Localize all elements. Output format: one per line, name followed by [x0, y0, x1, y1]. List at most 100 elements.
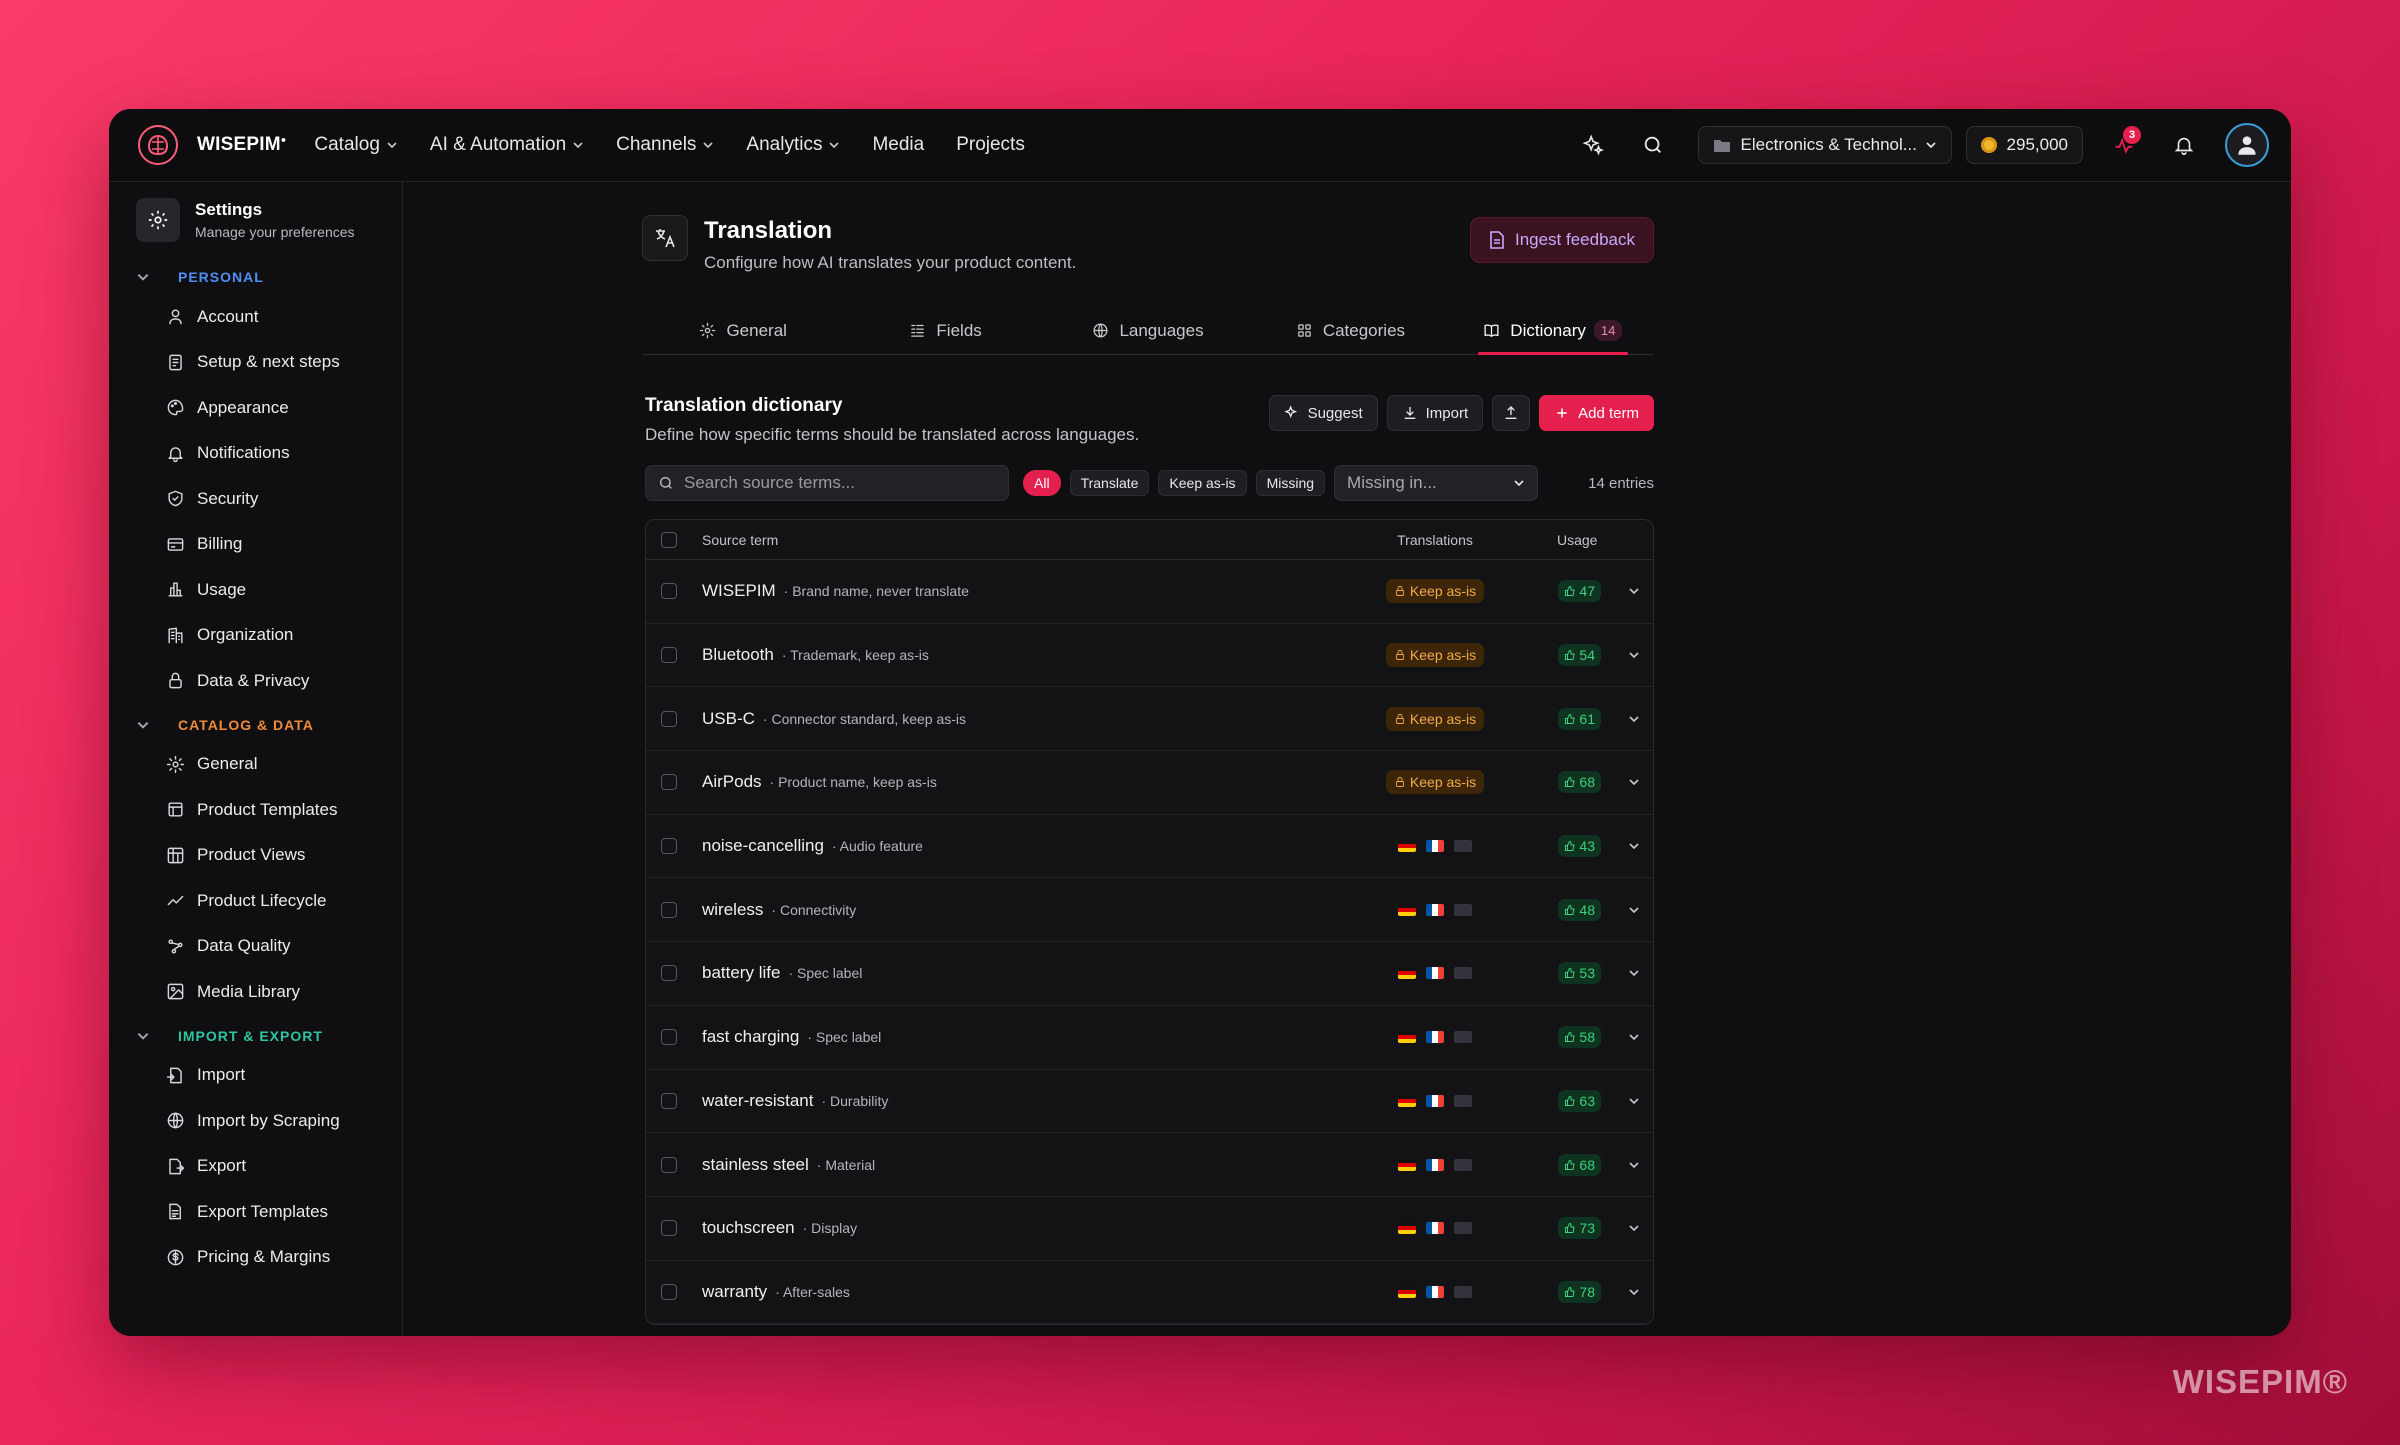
sidebar-item-import-by-scraping[interactable]: Import by Scraping: [109, 1098, 402, 1144]
row-checkbox[interactable]: [661, 710, 677, 727]
notifications-button[interactable]: [2165, 126, 2203, 164]
tab-categories[interactable]: Categories: [1249, 307, 1451, 354]
table-row[interactable]: wireless · Connectivity 48: [646, 878, 1653, 943]
table-row[interactable]: USB-C · Connector standard, keep as-is Kee…: [646, 687, 1653, 752]
usage-cell: 47: [1515, 580, 1615, 603]
sidebar-item-account[interactable]: Account: [109, 294, 402, 340]
sidebar-item-notifications[interactable]: Notifications: [109, 431, 402, 477]
translations-cell: Keep as-is: [1355, 579, 1515, 604]
table-row[interactable]: warranty · After-sales 78: [646, 1261, 1653, 1325]
lock-icon: [1395, 713, 1404, 724]
sidebar-item-security[interactable]: Security: [109, 476, 402, 522]
sidebar-item-media-library[interactable]: Media Library: [109, 969, 402, 1015]
export-button[interactable]: [1492, 395, 1531, 431]
nav-item-projects[interactable]: Projects: [956, 134, 1025, 156]
dictionary-title: Translation dictionary: [645, 395, 843, 416]
usage-cell: 53: [1515, 962, 1615, 985]
search-button[interactable]: [1634, 126, 1672, 164]
row-checkbox[interactable]: [661, 1220, 677, 1237]
row-checkbox[interactable]: [661, 583, 677, 600]
sidebar-item-general[interactable]: General: [109, 742, 402, 788]
nav-item-analytics[interactable]: Analytics: [746, 134, 840, 156]
table-row[interactable]: battery life · Spec label 53: [646, 942, 1653, 1006]
table-row[interactable]: touchscreen · Display 73: [646, 1197, 1653, 1261]
sidebar-item-setup-next-steps[interactable]: Setup & next steps: [109, 340, 402, 386]
row-checkbox[interactable]: [661, 965, 677, 982]
sidebar-item-import[interactable]: Import: [109, 1053, 402, 1099]
filter-chip-keep-as-is[interactable]: Keep as-is: [1158, 470, 1247, 496]
sidebar-item-pricing-margins[interactable]: Pricing & Margins: [109, 1235, 402, 1281]
nav-item-catalog[interactable]: Catalog: [314, 134, 398, 156]
expand-row-button[interactable]: [1615, 1159, 1653, 1171]
ingest-feedback-button[interactable]: Ingest feedback: [1469, 217, 1654, 263]
sidebar-item-product-lifecycle[interactable]: Product Lifecycle: [109, 878, 402, 924]
sidebar-item-product-views[interactable]: Product Views: [109, 833, 402, 879]
sidebar-item-data-privacy[interactable]: Data & Privacy: [109, 658, 402, 704]
sidebar-item-usage[interactable]: Usage: [109, 567, 402, 613]
bar-chart-icon: [168, 582, 183, 597]
expand-row-button[interactable]: [1615, 585, 1653, 597]
ai-sparkle-button[interactable]: [1574, 126, 1612, 164]
filter-chip-all[interactable]: All: [1023, 470, 1061, 496]
search-input[interactable]: Search source terms...: [645, 465, 1009, 501]
brand-name[interactable]: WISEPIM●: [197, 134, 286, 156]
row-checkbox[interactable]: [661, 1092, 677, 1109]
expand-row-button[interactable]: [1615, 713, 1653, 725]
row-checkbox[interactable]: [661, 1029, 677, 1046]
tab-general[interactable]: General: [642, 307, 844, 354]
table-row[interactable]: water-resistant · Durability 63: [646, 1070, 1653, 1134]
sidebar-item-export-templates[interactable]: Export Templates: [109, 1189, 402, 1235]
brain-logo-icon[interactable]: [137, 124, 179, 166]
import-button[interactable]: Import: [1386, 395, 1484, 431]
select-all-checkbox[interactable]: [661, 531, 677, 548]
sidebar-item-data-quality[interactable]: Data Quality: [109, 924, 402, 970]
expand-row-button[interactable]: [1615, 967, 1653, 979]
section-header-import-export[interactable]: IMPORT & EXPORT: [109, 1019, 402, 1053]
row-checkbox[interactable]: [661, 1283, 677, 1300]
sidebar-item-product-templates[interactable]: Product Templates: [109, 787, 402, 833]
tab-fields[interactable]: Fields: [844, 307, 1046, 354]
row-checkbox[interactable]: [661, 1156, 677, 1173]
user-avatar[interactable]: [2225, 123, 2269, 167]
nav-item-ai-automation[interactable]: AI & Automation: [430, 134, 584, 156]
filter-chip-missing[interactable]: Missing: [1255, 470, 1326, 496]
expand-row-button[interactable]: [1615, 649, 1653, 661]
table-row[interactable]: WISEPIM · Brand name, never translate Keep…: [646, 560, 1653, 624]
table-row[interactable]: Bluetooth · Trademark, keep as-is Keep as-…: [646, 624, 1653, 688]
activity-button[interactable]: 3: [2105, 126, 2143, 164]
expand-row-button[interactable]: [1615, 1031, 1653, 1043]
section-header-personal[interactable]: PERSONAL: [109, 260, 402, 294]
expand-row-button[interactable]: [1615, 1286, 1653, 1298]
nav-item-channels[interactable]: Channels: [616, 134, 714, 156]
missing-in-select[interactable]: Missing in...: [1334, 465, 1539, 501]
suggest-button[interactable]: Suggest: [1268, 395, 1378, 431]
table-row[interactable]: stainless steel · Material 68: [646, 1133, 1653, 1197]
expand-row-button[interactable]: [1615, 904, 1653, 916]
table-row[interactable]: AirPods · Product name, keep as-is Keep as…: [646, 751, 1653, 815]
section-header-catalog-data[interactable]: CATALOG & DATA: [109, 708, 402, 742]
tab-languages[interactable]: Languages: [1047, 307, 1249, 354]
nav-item-media[interactable]: Media: [872, 134, 924, 156]
table-row[interactable]: noise-cancelling · Audio feature 43: [646, 815, 1653, 879]
credits-balance[interactable]: 295,000: [1965, 126, 2083, 164]
row-checkbox[interactable]: [661, 901, 677, 918]
tab-dictionary[interactable]: Dictionary 14: [1452, 307, 1654, 355]
table-row[interactable]: fast charging · Spec label 58: [646, 1006, 1653, 1070]
expand-row-button[interactable]: [1615, 1222, 1653, 1234]
sidebar-item-export[interactable]: Export: [109, 1144, 402, 1190]
expand-row-button[interactable]: [1615, 840, 1653, 852]
row-checkbox[interactable]: [661, 647, 677, 664]
row-checkbox[interactable]: [661, 774, 677, 791]
workspace-selector[interactable]: Electronics & Technol...: [1697, 126, 1952, 164]
filter-chip-translate[interactable]: Translate: [1069, 470, 1150, 496]
add-term-button[interactable]: Add term: [1539, 395, 1654, 431]
file-export-icon: [169, 1158, 185, 1175]
row-checkbox[interactable]: [661, 838, 677, 855]
sidebar-item-billing[interactable]: Billing: [109, 522, 402, 568]
flag-fr-icon: [1426, 840, 1444, 853]
sidebar-item-appearance[interactable]: Appearance: [109, 385, 402, 431]
flag-fr-icon: [1426, 1031, 1444, 1044]
sidebar-item-organization[interactable]: Organization: [109, 613, 402, 659]
expand-row-button[interactable]: [1615, 776, 1653, 788]
expand-row-button[interactable]: [1615, 1095, 1653, 1107]
